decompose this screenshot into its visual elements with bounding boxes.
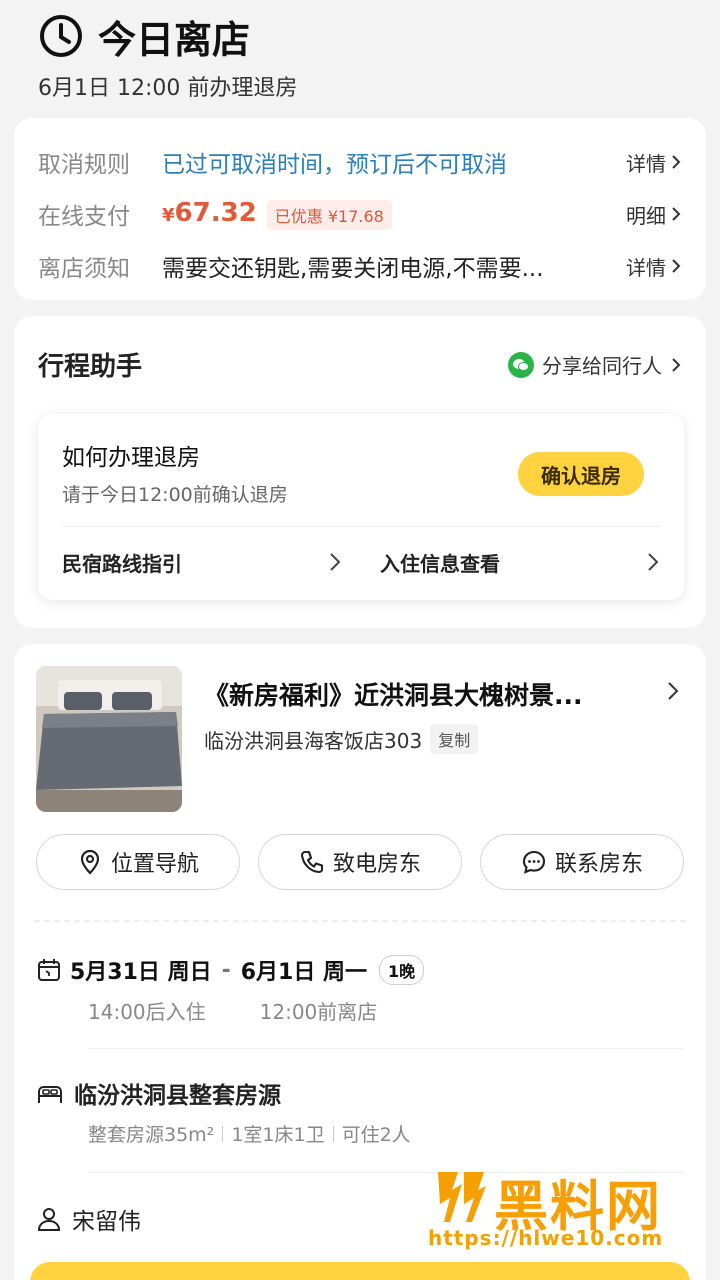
room-type: 整套房源35m² xyxy=(88,1124,215,1146)
guest-name: 宋留伟 xyxy=(72,1209,141,1235)
listing-photo[interactable] xyxy=(36,666,182,812)
payment-row[interactable]: 在线支付 ¥67.32 已优惠 ¥17.68 明细 xyxy=(38,188,682,240)
person-icon xyxy=(37,1208,61,1231)
checkin-date: 5月31日 周日 xyxy=(70,960,212,985)
checkin-time: 14:00后入住 xyxy=(88,1000,206,1024)
share-label: 分享给同行人 xyxy=(542,354,662,378)
chevron-right-icon xyxy=(672,259,681,273)
copy-address-button[interactable]: 复制 xyxy=(430,724,479,754)
listing-name[interactable]: 《新房福利》近洪洞县大槐树景... xyxy=(204,676,636,712)
divider xyxy=(332,1125,334,1142)
trip-assistant-title: 行程助手 xyxy=(38,352,143,382)
stay-times: 14:00后入住 12:00前离店 xyxy=(88,996,377,1025)
navigate-label: 位置导航 xyxy=(110,852,199,877)
chevron-right-icon xyxy=(648,553,659,571)
checkout-time: 12:00前离店 xyxy=(259,1000,378,1024)
payment-amount: 67.32 xyxy=(174,198,257,229)
chevron-right-icon xyxy=(672,207,681,221)
room-title: 临汾洪洞县整套房源 xyxy=(74,1083,281,1109)
bottom-action-bar[interactable] xyxy=(30,1262,690,1280)
booking-info-card: 取消规则 已过可取消时间，预订后不可取消 详情 在线支付 ¥67.32 已优惠 ¥… xyxy=(14,118,706,300)
calendar-icon xyxy=(38,959,60,981)
checkout-guide-title: 如何办理退房 xyxy=(62,445,200,471)
cancel-rule-value: 已过可取消时间，预订后不可取消 xyxy=(162,152,507,178)
divider xyxy=(62,526,660,527)
route-guide-link[interactable]: 民宿路线指引 xyxy=(62,544,342,580)
checkout-notice-label: 离店须知 xyxy=(38,256,130,282)
cancel-rule-detail-link[interactable]: 详情 xyxy=(626,148,682,177)
bed-icon xyxy=(38,1086,62,1103)
nights-badge: 1晚 xyxy=(379,955,425,985)
divider xyxy=(34,920,686,922)
chevron-right-icon xyxy=(672,357,681,372)
divider xyxy=(222,1125,224,1142)
clock-icon xyxy=(40,15,82,57)
checkout-guide-subtitle: 请于今日12:00前确认退房 xyxy=(62,484,288,506)
confirm-checkout-button[interactable]: 确认退房 xyxy=(518,452,644,496)
page-header: 今日离店 6月1日 12:00 前办理退房 xyxy=(38,10,700,102)
payment-detail-label: 明细 xyxy=(626,203,666,228)
watermark-logo-icon xyxy=(438,1172,486,1222)
chevron-right-icon xyxy=(672,155,681,169)
checkout-guide-card: 如何办理退房 请于今日12:00前确认退房 确认退房 民宿路线指引 入住信息查看 xyxy=(38,414,684,600)
room-title-row: 临汾洪洞县整套房源 xyxy=(36,1076,281,1110)
navigate-button[interactable]: 位置导航 xyxy=(36,834,240,890)
date-separator: - xyxy=(221,957,231,983)
listing-address: 临汾洪洞县海客饭店303 xyxy=(204,728,423,753)
route-guide-label: 民宿路线指引 xyxy=(62,551,182,576)
checkout-notice-value: 需要交还钥匙,需要关闭电源,不需要... xyxy=(162,256,544,282)
checkout-notice-row[interactable]: 离店须知 需要交还钥匙,需要关闭电源,不需要... 详情 xyxy=(38,240,682,292)
contact-host-button[interactable]: 联系房东 xyxy=(480,834,684,890)
guest-row: 宋留伟 xyxy=(36,1202,141,1236)
wechat-icon xyxy=(508,351,534,378)
chevron-right-icon xyxy=(330,553,341,571)
site-watermark: 黑料网 https://hlwe10.com xyxy=(428,1164,710,1254)
call-host-button[interactable]: 致电房东 xyxy=(258,834,462,890)
contact-host-label: 联系房东 xyxy=(554,852,643,877)
payment-detail-link[interactable]: 明细 xyxy=(626,200,682,229)
room-details: 整套房源35m² 1室1床1卫 可住2人 xyxy=(88,1120,411,1147)
divider xyxy=(88,1048,684,1049)
host-actions: 位置导航 致电房东 联系房东 xyxy=(36,834,684,890)
cancel-detail-label: 详情 xyxy=(626,151,666,176)
stay-dates: 5月31日 周日 - 6月1日 周一 1晚 xyxy=(36,954,425,986)
checkout-notice-detail-link[interactable]: 详情 xyxy=(626,252,682,281)
call-host-label: 致电房东 xyxy=(332,852,421,877)
watermark-url: https://hlwe10.com xyxy=(428,1226,664,1250)
checkout-deadline: 6月1日 12:00 前办理退房 xyxy=(38,76,298,101)
location-pin-icon xyxy=(80,849,100,875)
share-with-companions-link[interactable]: 分享给同行人 xyxy=(508,350,682,379)
chevron-right-icon[interactable] xyxy=(666,680,680,702)
phone-icon xyxy=(300,850,324,874)
cancel-rule-label: 取消规则 xyxy=(38,152,130,178)
page-title: 今日离店 xyxy=(98,17,251,62)
cancel-rule-row[interactable]: 取消规则 已过可取消时间，预订后不可取消 详情 xyxy=(38,136,682,188)
currency-symbol: ¥ xyxy=(162,205,175,227)
chat-bubble-icon xyxy=(522,850,546,874)
trip-assistant-card: 行程助手 分享给同行人 如何办理退房 请于今日12:00前确认退房 确认退房 民… xyxy=(14,316,706,628)
listing-address-row: 临汾洪洞县海客饭店303 复制 xyxy=(204,724,479,754)
payment-value: ¥67.32 已优惠 ¥17.68 xyxy=(162,198,626,230)
notice-detail-label: 详情 xyxy=(626,255,666,280)
checkin-info-label: 入住信息查看 xyxy=(380,551,500,576)
payment-label: 在线支付 xyxy=(38,204,130,230)
discount-badge: 已优惠 ¥17.68 xyxy=(266,199,392,230)
room-capacity: 可住2人 xyxy=(341,1124,411,1146)
checkin-info-link[interactable]: 入住信息查看 xyxy=(380,544,660,580)
checkout-date: 6月1日 周一 xyxy=(240,960,368,985)
room-layout: 1室1床1卫 xyxy=(231,1124,325,1146)
